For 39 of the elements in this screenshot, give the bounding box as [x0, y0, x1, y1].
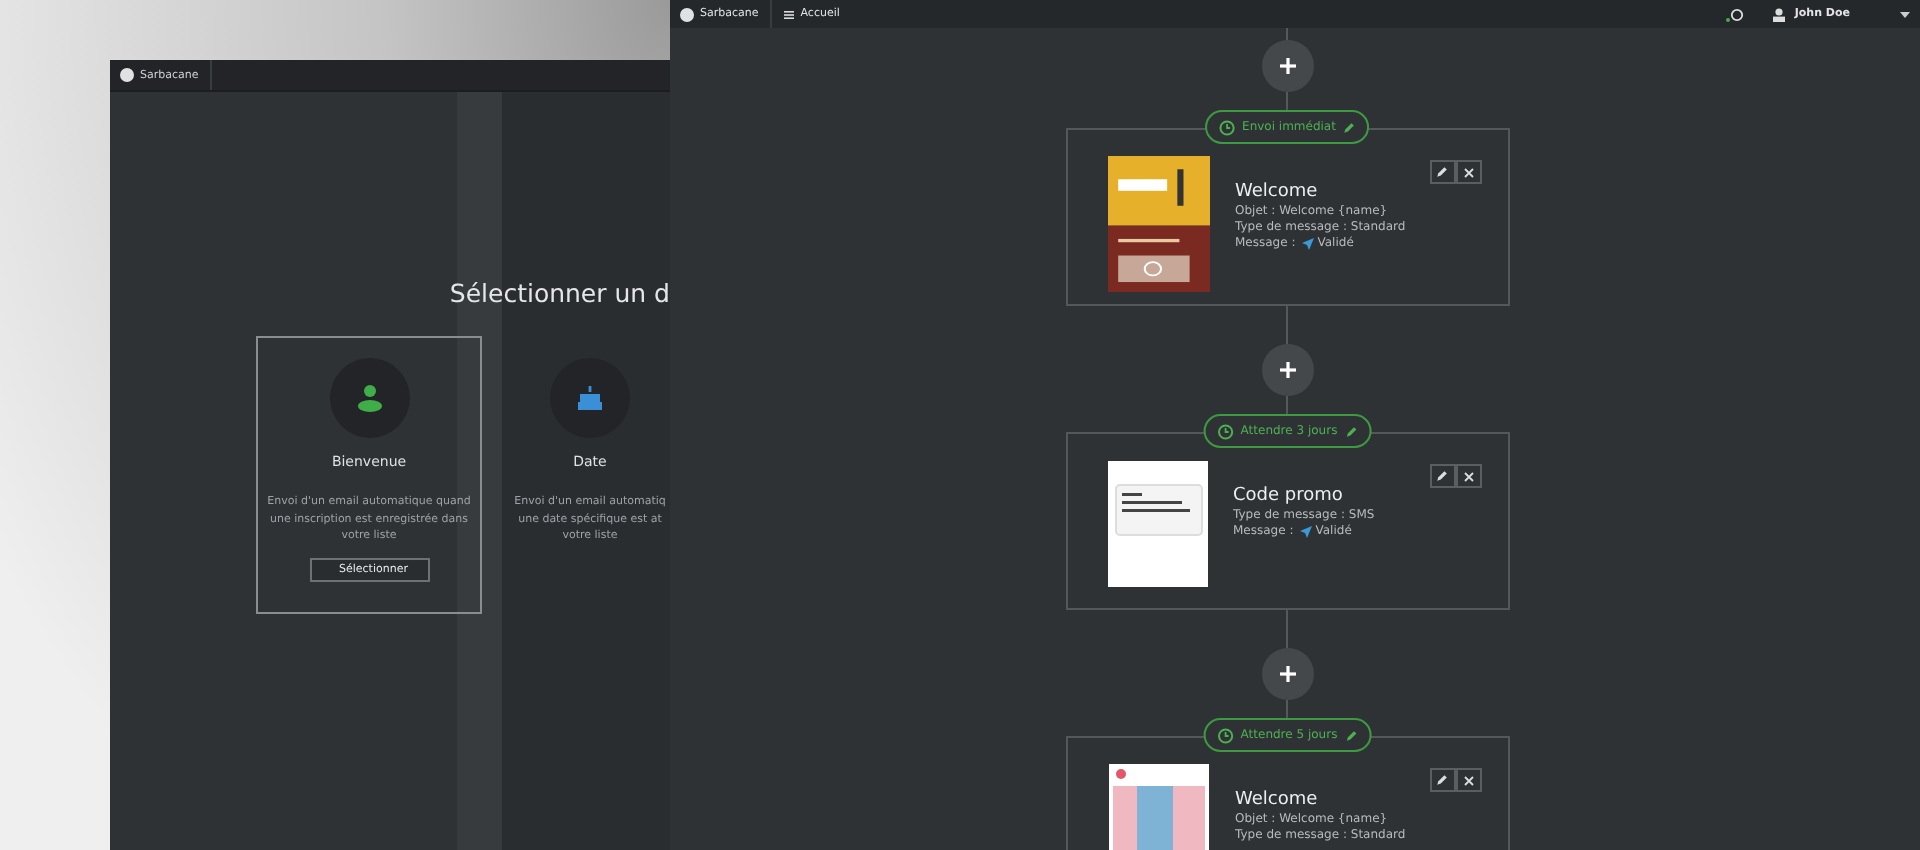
add-step-button[interactable] — [1261, 344, 1313, 396]
message-title: Welcome — [1235, 790, 1320, 812]
clock-icon — [1216, 727, 1233, 743]
menu-icon — [784, 9, 795, 19]
add-step-button[interactable] — [1261, 40, 1313, 92]
pencil-icon — [1345, 425, 1358, 437]
sms-preview-drawing — [1107, 460, 1207, 588]
clock-icon — [1218, 119, 1235, 135]
message-title: Welcome — [1235, 182, 1320, 204]
pencil-icon — [1436, 166, 1448, 178]
pencil-icon — [1436, 774, 1448, 786]
email-preview-drawing — [1107, 764, 1209, 850]
edit-button[interactable] — [1429, 768, 1455, 792]
edit-button[interactable] — [1429, 464, 1455, 488]
email-preview-drawing — [1107, 156, 1209, 292]
pencil-icon — [1345, 729, 1358, 741]
add-step-button[interactable] — [1261, 648, 1313, 700]
close-icon — [1463, 775, 1473, 785]
paper-plane-icon — [1301, 238, 1314, 250]
delete-button[interactable] — [1455, 768, 1481, 792]
pencil-icon — [1436, 470, 1448, 482]
sync-icon[interactable] — [1726, 7, 1745, 21]
message-title: Code promo — [1233, 486, 1345, 508]
clock-icon — [1216, 423, 1233, 439]
plus-icon — [1279, 362, 1295, 378]
delete-button[interactable] — [1455, 160, 1481, 184]
close-icon — [1463, 167, 1473, 177]
caret-icon[interactable] — [1900, 11, 1910, 17]
pencil-icon — [1343, 121, 1356, 133]
page-heading: Sélectionner un d — [449, 278, 670, 308]
paper-plane-icon — [1299, 526, 1312, 538]
user-icon — [1772, 7, 1787, 21]
delete-button[interactable] — [1455, 464, 1481, 488]
person-icon — [357, 384, 381, 412]
edit-button[interactable] — [1429, 160, 1455, 184]
cake-icon — [578, 386, 602, 410]
plus-icon — [1279, 666, 1295, 682]
close-icon — [1463, 471, 1473, 481]
plus-icon — [1279, 58, 1295, 74]
